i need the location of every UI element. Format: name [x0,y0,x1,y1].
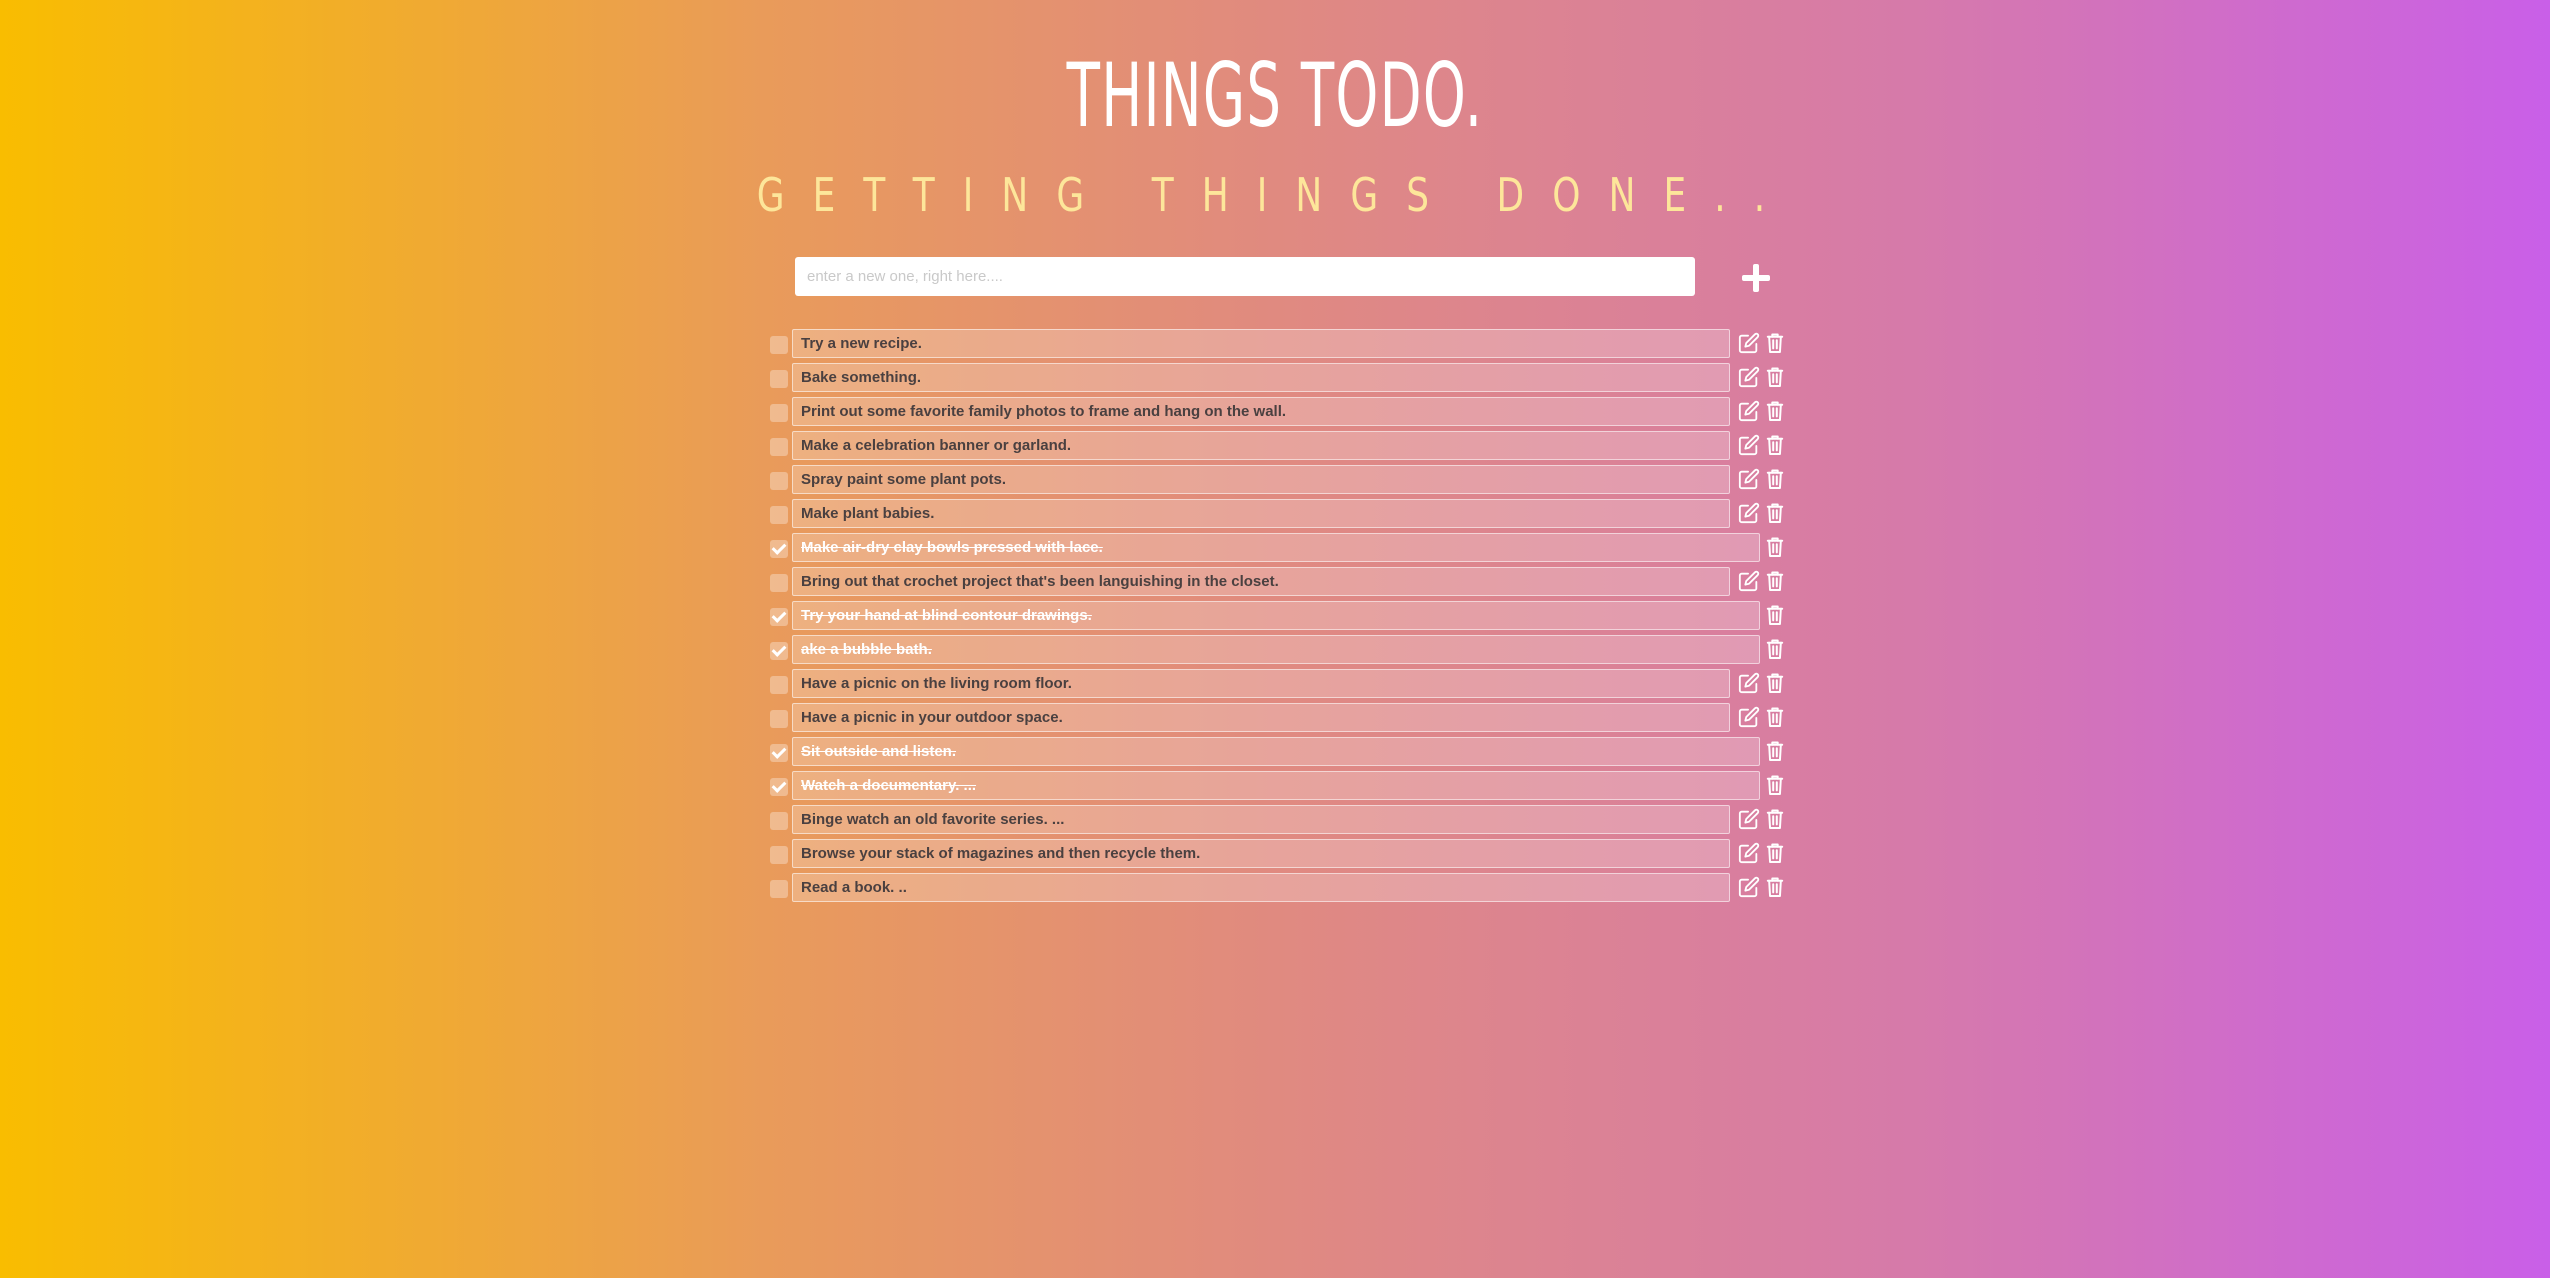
todo-text[interactable]: Have a picnic on the living room floor. [792,669,1730,698]
todo-text[interactable]: Have a picnic in your outdoor space. [792,703,1730,732]
edit-icon[interactable] [1738,502,1760,524]
edit-icon[interactable] [1738,706,1760,728]
trash-icon[interactable] [1766,366,1784,388]
edit-icon[interactable] [1738,570,1760,592]
trash-icon[interactable] [1766,774,1784,796]
todo-checkbox[interactable] [770,370,788,388]
todo-text[interactable]: Try a new recipe. [792,329,1730,358]
todo-item: Spray paint some plant pots. [770,465,1790,499]
todo-checkbox[interactable] [770,336,788,354]
trash-icon[interactable] [1766,604,1784,626]
todo-item: Try a new recipe. [770,329,1790,363]
edit-icon[interactable] [1738,876,1760,898]
page-subtitle: GETTING THINGS DONE.. [756,168,1794,222]
trash-icon[interactable] [1766,570,1784,592]
todo-item: Make plant babies. [770,499,1790,533]
todo-checkbox[interactable] [770,710,788,728]
todo-list: Try a new recipe. Bake something. Print ou… [770,329,1790,907]
todo-item: Make a celebration banner or garland. [770,431,1790,465]
todo-checkbox[interactable] [770,846,788,864]
todo-text[interactable]: Bake something. [792,363,1730,392]
todo-item: Have a picnic in your outdoor space. [770,703,1790,737]
todo-text[interactable]: Binge watch an old favorite series. ... [792,805,1730,834]
trash-icon[interactable] [1766,638,1784,660]
todo-text[interactable]: Sit outside and listen. [792,737,1760,766]
todo-text[interactable]: Print out some favorite family photos to… [792,397,1730,426]
todo-checkbox[interactable] [770,812,788,830]
todo-text[interactable]: Spray paint some plant pots. [792,465,1730,494]
trash-icon[interactable] [1766,536,1784,558]
todo-text[interactable]: Make plant babies. [792,499,1730,528]
todo-item: Binge watch an old favorite series. ... [770,805,1790,839]
edit-icon[interactable] [1738,672,1760,694]
todo-checkbox-checked[interactable] [770,744,788,762]
todo-item: Have a picnic on the living room floor. [770,669,1790,703]
trash-icon[interactable] [1766,740,1784,762]
todo-text[interactable]: Bring out that crochet project that's be… [792,567,1730,596]
todo-checkbox[interactable] [770,506,788,524]
todo-checkbox-checked[interactable] [770,540,788,558]
todo-text[interactable]: Try your hand at blind contour drawings. [792,601,1760,630]
edit-icon[interactable] [1738,468,1760,490]
todo-checkbox[interactable] [770,676,788,694]
todo-text[interactable]: Browse your stack of magazines and then … [792,839,1730,868]
todo-item: ake a bubble bath. [770,635,1790,669]
todo-text[interactable]: Make a celebration banner or garland. [792,431,1730,460]
trash-icon[interactable] [1766,808,1784,830]
todo-text[interactable]: Read a book. .. [792,873,1730,902]
edit-icon[interactable] [1738,400,1760,422]
new-todo-input[interactable] [795,257,1695,296]
todo-item: Watch a documentary. ... [770,771,1790,805]
trash-icon[interactable] [1766,672,1784,694]
todo-checkbox-checked[interactable] [770,642,788,660]
todo-checkbox[interactable] [770,404,788,422]
todo-item: Make air-dry clay bowls pressed with lac… [770,533,1790,567]
trash-icon[interactable] [1766,842,1784,864]
todo-checkbox[interactable] [770,880,788,898]
edit-icon[interactable] [1738,434,1760,456]
trash-icon[interactable] [1766,876,1784,898]
todo-checkbox-checked[interactable] [770,778,788,796]
todo-checkbox[interactable] [770,438,788,456]
trash-icon[interactable] [1766,332,1784,354]
todo-item: Bake something. [770,363,1790,397]
todo-text[interactable]: ake a bubble bath. [792,635,1760,664]
trash-icon[interactable] [1766,468,1784,490]
todo-checkbox[interactable] [770,574,788,592]
todo-item: Print out some favorite family photos to… [770,397,1790,431]
todo-item: Sit outside and listen. [770,737,1790,771]
edit-icon[interactable] [1738,366,1760,388]
todo-item: Browse your stack of magazines and then … [770,839,1790,873]
edit-icon[interactable] [1738,808,1760,830]
todo-item: Try your hand at blind contour drawings. [770,601,1790,635]
trash-icon[interactable] [1766,502,1784,524]
todo-checkbox[interactable] [770,472,788,490]
todo-item: Bring out that crochet project that's be… [770,567,1790,601]
edit-icon[interactable] [1738,842,1760,864]
trash-icon[interactable] [1766,400,1784,422]
todo-text[interactable]: Make air-dry clay bowls pressed with lac… [792,533,1760,562]
trash-icon[interactable] [1766,434,1784,456]
page-title: THINGS TODO. [1066,44,1484,147]
trash-icon[interactable] [1766,706,1784,728]
edit-icon[interactable] [1738,332,1760,354]
todo-checkbox-checked[interactable] [770,608,788,626]
todo-item: Read a book. .. [770,873,1790,907]
add-todo-button[interactable] [1738,260,1774,296]
todo-text[interactable]: Watch a documentary. ... [792,771,1760,800]
